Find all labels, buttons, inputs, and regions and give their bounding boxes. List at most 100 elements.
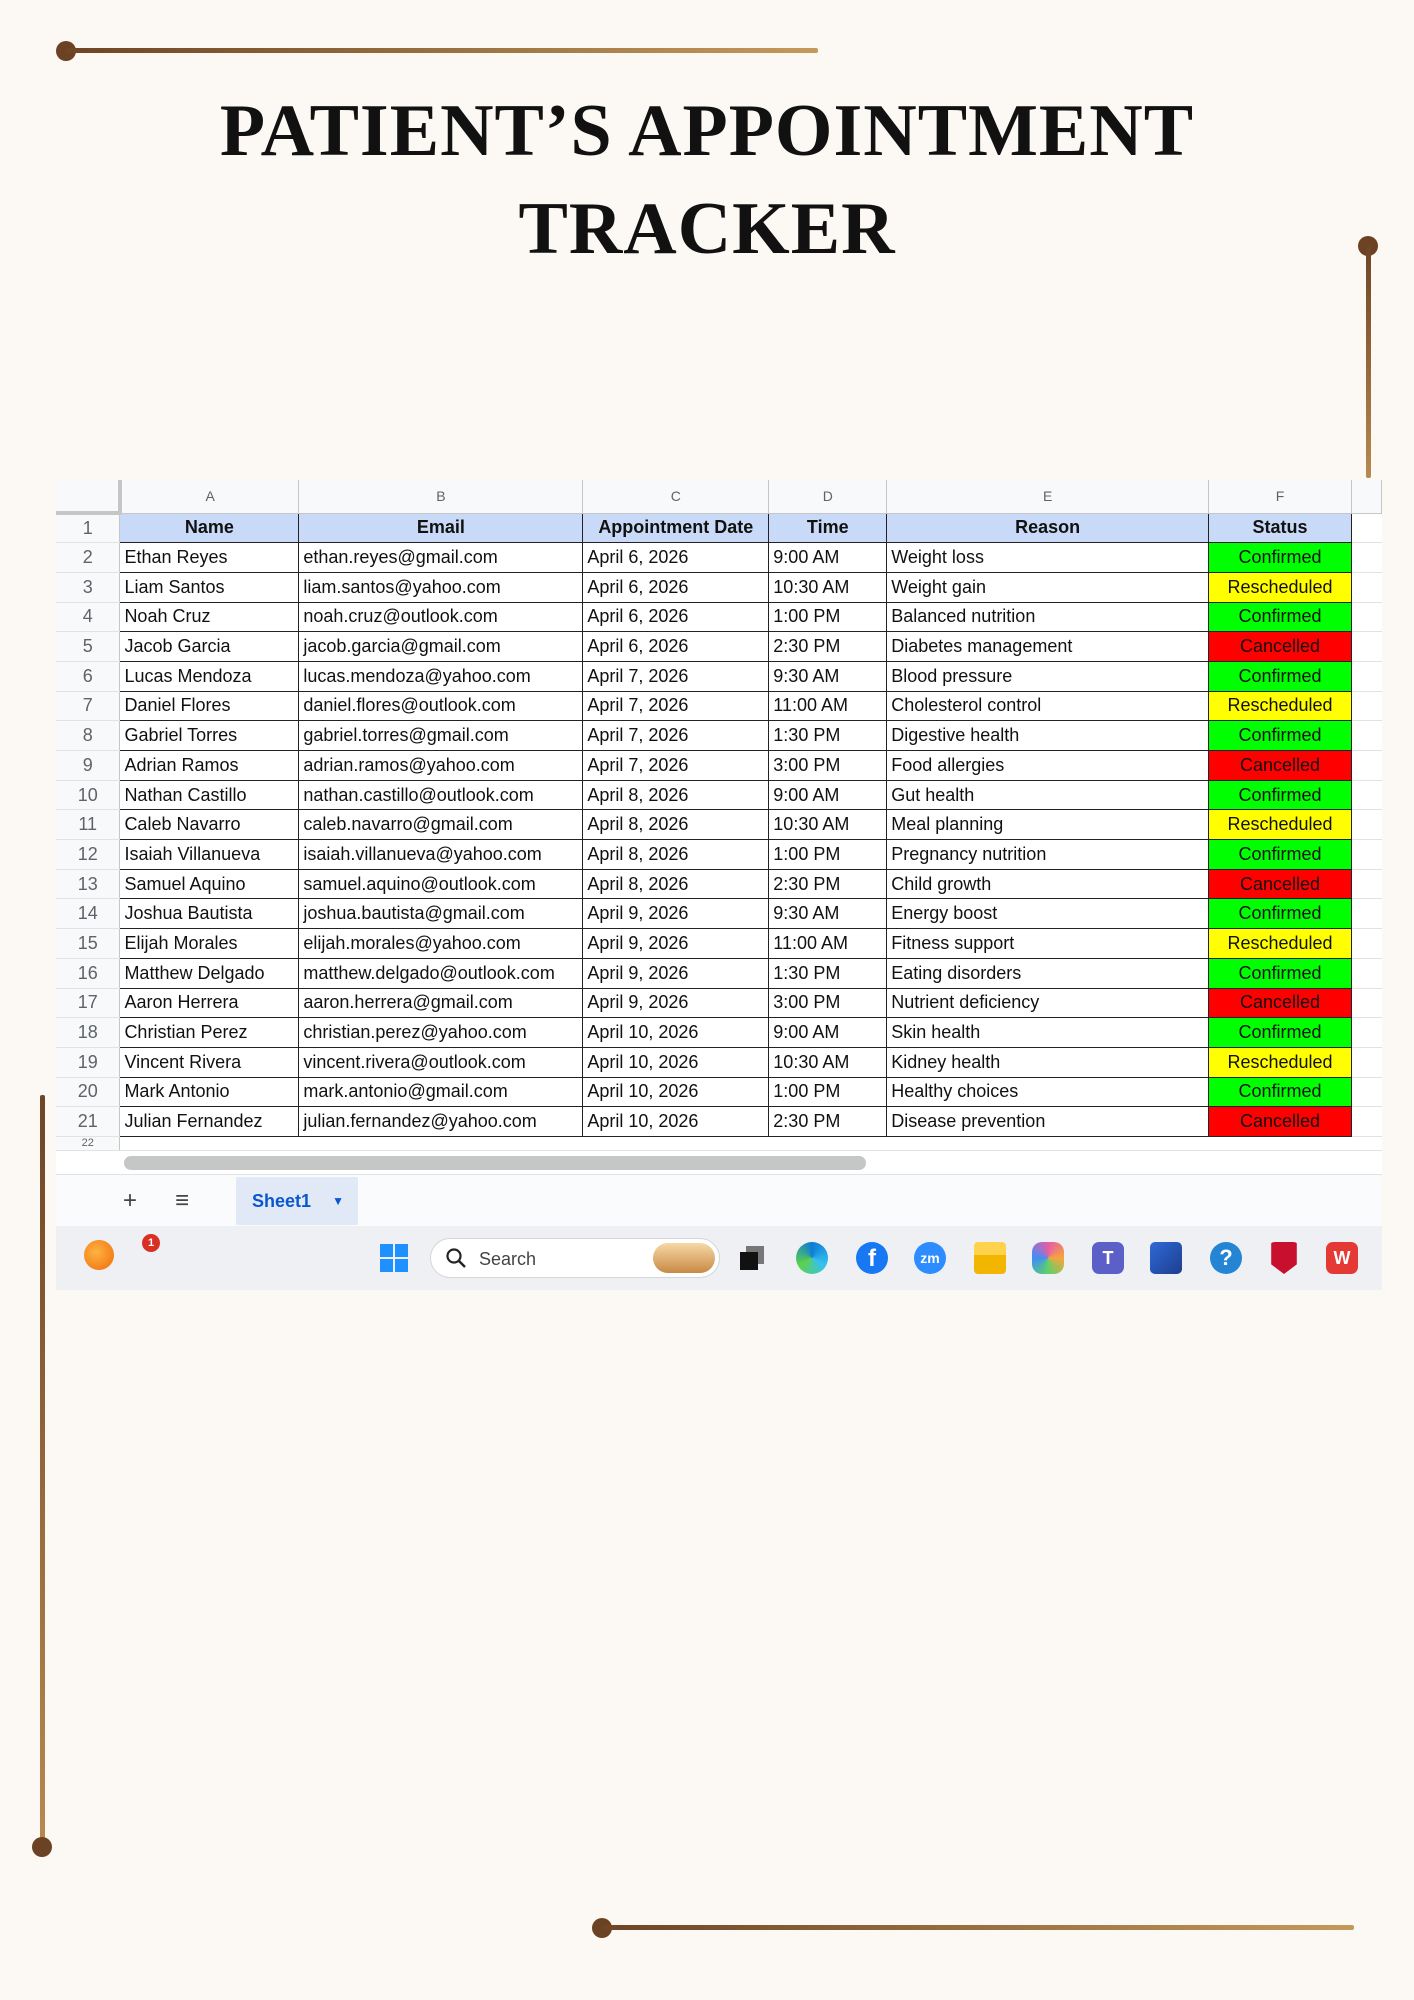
- cell-email[interactable]: noah.cruz@outlook.com: [298, 601, 584, 633]
- cell-appointment-date[interactable]: April 6, 2026: [582, 571, 770, 603]
- cell-appointment-date[interactable]: April 10, 2026: [582, 1046, 770, 1078]
- cell-name[interactable]: Aaron Herrera: [119, 987, 300, 1019]
- row-number[interactable]: 22: [56, 1136, 121, 1151]
- header-cell-email[interactable]: Email: [298, 512, 584, 544]
- copilot-icon[interactable]: [1032, 1242, 1064, 1274]
- cell-name[interactable]: Joshua Bautista: [119, 898, 300, 930]
- cell-status[interactable]: Confirmed: [1208, 1017, 1352, 1048]
- empty-cell[interactable]: [1351, 631, 1382, 662]
- horizontal-scrollbar[interactable]: [124, 1156, 866, 1170]
- row-number[interactable]: 4: [56, 602, 121, 633]
- empty-cell[interactable]: [1351, 928, 1382, 959]
- cell-appointment-date[interactable]: April 6, 2026: [582, 601, 770, 633]
- cell-appointment-date[interactable]: April 7, 2026: [582, 750, 770, 781]
- column-header-b[interactable]: B: [298, 480, 584, 514]
- cell-time[interactable]: 1:00 PM: [768, 601, 888, 633]
- edge-icon[interactable]: [796, 1242, 828, 1274]
- cell-name[interactable]: Julian Fernandez: [119, 1106, 300, 1137]
- cell-name[interactable]: Matthew Delgado: [119, 957, 300, 989]
- empty-cell[interactable]: [119, 1136, 299, 1151]
- empty-cell[interactable]: [1351, 958, 1382, 989]
- cell-name[interactable]: Gabriel Torres: [119, 720, 300, 751]
- row-number[interactable]: 14: [56, 898, 121, 930]
- cell-appointment-date[interactable]: April 10, 2026: [582, 1106, 770, 1137]
- cell-email[interactable]: ethan.reyes@gmail.com: [298, 542, 584, 573]
- cell-appointment-date[interactable]: April 10, 2026: [582, 1017, 770, 1048]
- facebook-icon[interactable]: f: [856, 1242, 888, 1274]
- cell-appointment-date[interactable]: April 7, 2026: [582, 720, 770, 751]
- empty-cell[interactable]: [1351, 720, 1382, 751]
- cell-time[interactable]: 1:00 PM: [768, 839, 888, 870]
- wps-office-icon[interactable]: W: [1326, 1242, 1358, 1274]
- row-number[interactable]: 20: [56, 1077, 121, 1108]
- cell-name[interactable]: Nathan Castillo: [119, 779, 300, 811]
- cell-email[interactable]: nathan.castillo@outlook.com: [298, 779, 584, 811]
- cell-status[interactable]: Confirmed: [1208, 839, 1352, 870]
- cell-name[interactable]: Caleb Navarro: [119, 809, 300, 841]
- header-cell-reason[interactable]: Reason: [886, 512, 1210, 544]
- cell-reason[interactable]: Eating disorders: [886, 957, 1210, 989]
- row-number[interactable]: 13: [56, 869, 121, 900]
- column-header-a[interactable]: A: [119, 480, 300, 514]
- cell-status[interactable]: Confirmed: [1208, 720, 1352, 751]
- cell-name[interactable]: Isaiah Villanueva: [119, 839, 300, 870]
- cell-status[interactable]: Rescheduled: [1208, 809, 1352, 841]
- cell-name[interactable]: Christian Perez: [119, 1017, 300, 1048]
- cell-reason[interactable]: Child growth: [886, 868, 1210, 900]
- cell-name[interactable]: Mark Antonio: [119, 1076, 300, 1108]
- cell-name[interactable]: Daniel Flores: [119, 690, 300, 722]
- cell-reason[interactable]: Disease prevention: [886, 1106, 1210, 1137]
- cell-status[interactable]: Confirmed: [1208, 542, 1352, 573]
- cell-email[interactable]: elijah.morales@yahoo.com: [298, 928, 584, 959]
- cell-time[interactable]: 2:30 PM: [768, 1106, 888, 1137]
- cell-status[interactable]: Rescheduled: [1208, 1046, 1352, 1078]
- row-number[interactable]: 17: [56, 988, 121, 1019]
- cell-email[interactable]: vincent.rivera@outlook.com: [298, 1046, 584, 1078]
- cell-email[interactable]: christian.perez@yahoo.com: [298, 1017, 584, 1048]
- empty-cell[interactable]: [1351, 898, 1382, 930]
- header-cell-status[interactable]: Status: [1208, 512, 1352, 544]
- cell-time[interactable]: 9:00 AM: [768, 542, 888, 573]
- cell-time[interactable]: 9:00 AM: [768, 1017, 888, 1048]
- row-number[interactable]: 16: [56, 958, 121, 989]
- empty-cell[interactable]: [1351, 602, 1382, 633]
- cell-time[interactable]: 3:00 PM: [768, 987, 888, 1019]
- file-explorer-icon[interactable]: [974, 1242, 1006, 1274]
- row-number[interactable]: 21: [56, 1106, 121, 1137]
- row-number[interactable]: 2: [56, 542, 121, 573]
- empty-cell[interactable]: [1351, 1136, 1382, 1151]
- cell-reason[interactable]: Gut health: [886, 779, 1210, 811]
- cell-email[interactable]: daniel.flores@outlook.com: [298, 690, 584, 722]
- empty-cell[interactable]: [582, 1136, 769, 1151]
- row-number[interactable]: 6: [56, 661, 121, 692]
- windows-start-icon[interactable]: [378, 1242, 410, 1274]
- row-number[interactable]: 3: [56, 572, 121, 603]
- cell-appointment-date[interactable]: April 7, 2026: [582, 690, 770, 722]
- cell-reason[interactable]: Fitness support: [886, 928, 1210, 959]
- cell-reason[interactable]: Kidney health: [886, 1046, 1210, 1078]
- cell-time[interactable]: 10:30 AM: [768, 1046, 888, 1078]
- empty-cell[interactable]: [1351, 691, 1382, 722]
- cell-appointment-date[interactable]: April 9, 2026: [582, 957, 770, 989]
- cell-time[interactable]: 1:00 PM: [768, 1076, 888, 1108]
- cell-time[interactable]: 1:30 PM: [768, 720, 888, 751]
- cell-name[interactable]: Jacob Garcia: [119, 631, 300, 662]
- cell-email[interactable]: jacob.garcia@gmail.com: [298, 631, 584, 662]
- empty-cell[interactable]: [298, 1136, 583, 1151]
- cell-time[interactable]: 10:30 AM: [768, 809, 888, 841]
- empty-cell[interactable]: [886, 1136, 1209, 1151]
- cell-reason[interactable]: Skin health: [886, 1017, 1210, 1048]
- chevron-down-icon[interactable]: ▼: [332, 1177, 344, 1225]
- empty-cell[interactable]: [1351, 750, 1382, 781]
- header-cell-appointment-date[interactable]: Appointment Date: [582, 512, 770, 544]
- cell-status[interactable]: Cancelled: [1208, 750, 1352, 781]
- column-header-c[interactable]: C: [582, 480, 770, 514]
- cell-appointment-date[interactable]: April 10, 2026: [582, 1076, 770, 1108]
- empty-cell[interactable]: [1351, 661, 1382, 692]
- row-number[interactable]: 19: [56, 1047, 121, 1078]
- cell-email[interactable]: mark.antonio@gmail.com: [298, 1076, 584, 1108]
- cell-reason[interactable]: Blood pressure: [886, 660, 1210, 692]
- cell-email[interactable]: aaron.herrera@gmail.com: [298, 987, 584, 1019]
- cell-appointment-date[interactable]: April 8, 2026: [582, 779, 770, 811]
- header-cell-name[interactable]: Name: [119, 512, 300, 544]
